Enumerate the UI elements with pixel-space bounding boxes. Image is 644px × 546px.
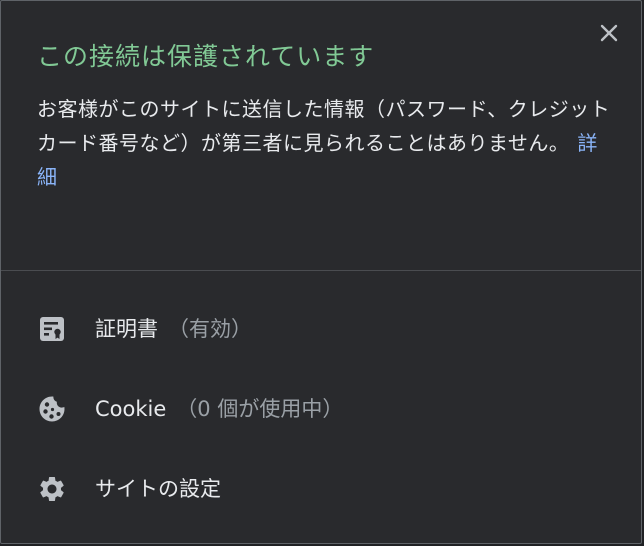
certificate-label-wrap: 証明書 （有効） [95,314,252,344]
site-settings-row[interactable]: サイトの設定 [1,452,641,526]
site-settings-label-wrap: サイトの設定 [95,474,221,504]
cookie-count: （0 個が使用中） [176,397,344,421]
close-icon [600,24,618,42]
gear-icon [37,474,67,504]
certificate-row[interactable]: 証明書 （有効） [1,292,641,366]
cookie-row[interactable]: Cookie （0 個が使用中） [1,372,641,446]
certificate-status: （有効） [168,317,252,341]
close-button[interactable] [595,19,623,47]
popup-header: この接続は保護されています お客様がこのサイトに送信した情報（パスワード、クレジ… [1,1,641,194]
site-settings-label: サイトの設定 [95,477,221,501]
cookie-label: Cookie [95,397,167,421]
description-text: お客様がこのサイトに送信した情報（パスワード、クレジット カード番号など）が第三… [37,97,611,155]
cookie-icon [37,394,67,424]
divider [1,270,641,271]
certificate-label: 証明書 [95,317,158,341]
cookie-label-wrap: Cookie （0 個が使用中） [95,394,343,424]
connection-security-popup: この接続は保護されています お客様がこのサイトに送信した情報（パスワード、クレジ… [0,0,642,544]
popup-title: この接続は保護されています [37,42,375,71]
popup-description: お客様がこのサイトに送信した情報（パスワード、クレジット カード番号など）が第三… [37,92,612,194]
certificate-icon [37,314,67,344]
